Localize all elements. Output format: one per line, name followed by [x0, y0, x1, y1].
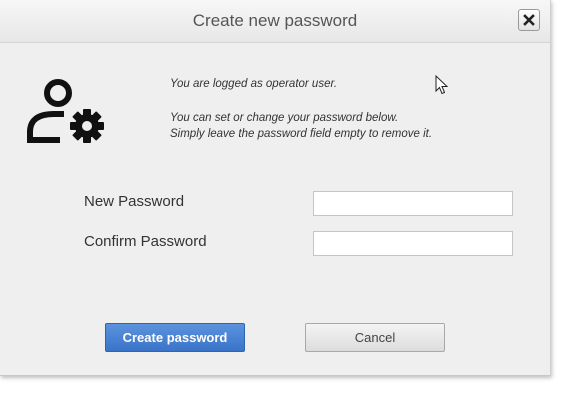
close-icon [523, 14, 535, 26]
user-settings-icon [27, 79, 104, 143]
create-password-button[interactable]: Create password [105, 323, 245, 352]
info-line-logged-as: You are logged as operator user. [170, 78, 338, 90]
new-password-label: New Password [84, 193, 185, 210]
dialog-title: Create new password [192, 11, 358, 30]
new-password-input[interactable] [313, 191, 513, 216]
cancel-button[interactable]: Cancel [305, 323, 445, 352]
password-dialog: Create new password You are logged as op… [0, 0, 551, 376]
info-line-empty: Simply leave the password field empty to… [170, 128, 433, 140]
confirm-password-input[interactable] [313, 231, 513, 256]
mouse-pointer-icon [435, 75, 449, 95]
confirm-password-label: Confirm Password [84, 233, 207, 250]
info-text: You are logged as operator user. You can… [170, 76, 432, 142]
info-line-change: You can set or change your password belo… [170, 112, 399, 124]
close-button[interactable] [518, 9, 540, 31]
dialog-titlebar: Create new password [0, 0, 550, 43]
